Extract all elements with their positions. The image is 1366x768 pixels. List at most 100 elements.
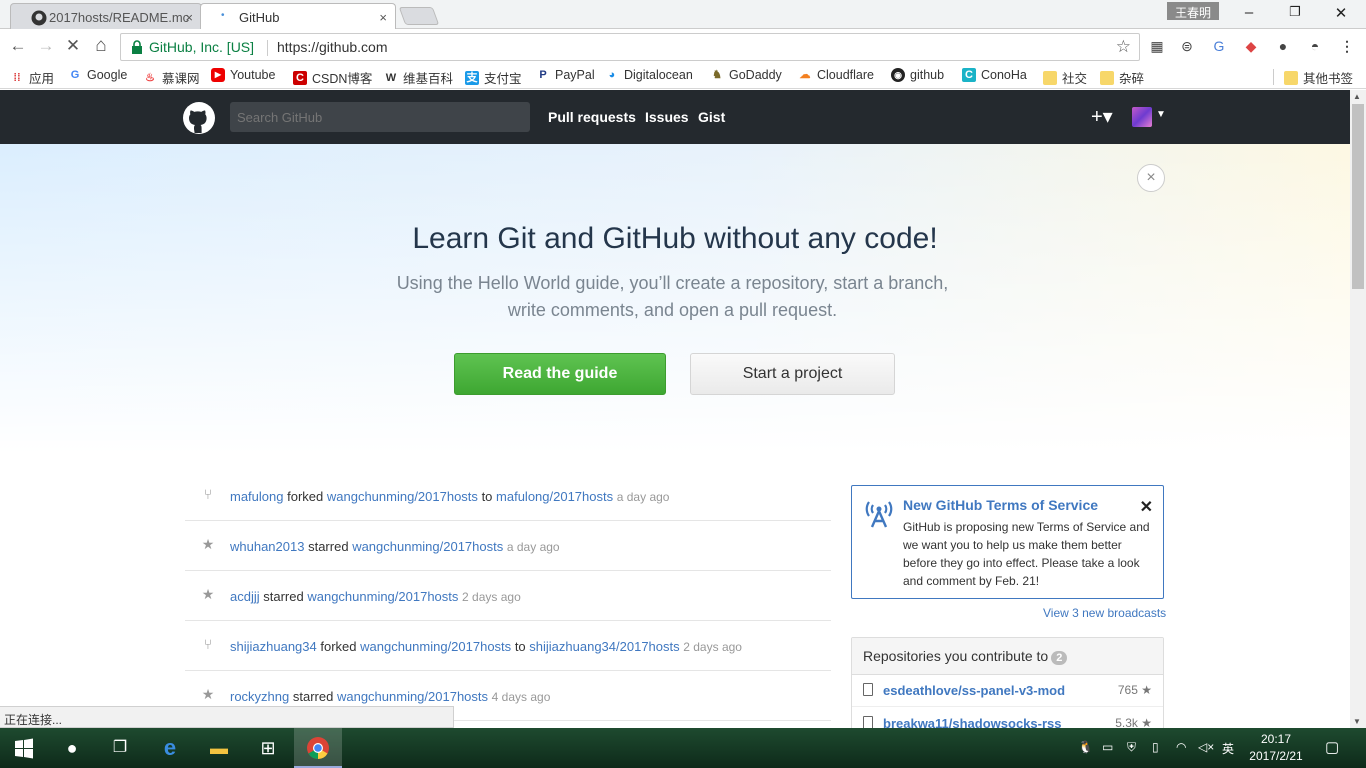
bookmark-imooc[interactable]: ♨ 慕课网 [143, 68, 199, 87]
close-icon[interactable]: ✕ [1140, 497, 1153, 517]
system-clock[interactable]: 20:17 2017/2/21 [1245, 731, 1307, 765]
store-icon[interactable]: ⊞ [256, 736, 280, 760]
repos-title: Repositories you contribute to [863, 648, 1049, 664]
nav-pull-requests[interactable]: Pull requests [548, 109, 636, 125]
bookmark-conoha[interactable]: C ConoHa [962, 68, 1027, 82]
back-button[interactable]: ← [8, 37, 28, 57]
forward-button[interactable]: → [36, 37, 56, 57]
tab-readme[interactable]: 2017hosts/README.mc × [10, 3, 202, 29]
tab-close-button[interactable]: × [379, 10, 387, 25]
avatar[interactable] [1132, 107, 1152, 127]
menu-icon[interactable]: ⋮ [1338, 38, 1356, 56]
user-link[interactable]: rockyzhng [230, 689, 289, 704]
tab-close-button[interactable]: × [185, 10, 193, 25]
chevron-down-icon[interactable]: ▼ [1156, 109, 1166, 120]
feed-verb: forked [320, 639, 357, 654]
bookmark-digitalocean[interactable]: ◕ Digitalocean [605, 68, 693, 82]
stop-button[interactable]: ✕ [63, 37, 83, 57]
browser-toolbar: ← → ✕ ⌂ GitHub, Inc. [US] https://github… [0, 29, 1366, 65]
user-link[interactable]: shijiazhuang34 [230, 639, 317, 654]
repo-name[interactable]: esdeathlove/ss-panel-v3-mod [883, 683, 1065, 698]
bookmark-folder-social[interactable]: 社交 [1043, 68, 1087, 87]
github-header: Pull requests Issues Gist +▾ ▼ [0, 90, 1350, 144]
taskbar-chrome-button[interactable] [294, 728, 342, 768]
target-repo-link[interactable]: shijiazhuang34/2017hosts [529, 639, 679, 654]
bookmark-google[interactable]: G Google [68, 68, 128, 82]
browser-tab-bar: 2017hosts/README.mc × • GitHub × 王春明 – ❐… [0, 0, 1366, 30]
repo-link[interactable]: wangchunming/2017hosts [337, 689, 488, 704]
new-tab-button[interactable] [398, 7, 440, 25]
close-window-button[interactable]: ✕ [1327, 4, 1355, 24]
address-bar[interactable]: GitHub, Inc. [US] https://github.com ☆ [120, 33, 1140, 61]
repo-link[interactable]: wangchunming/2017hosts [360, 639, 511, 654]
github-logo-icon[interactable] [183, 102, 215, 134]
incognito-icon[interactable]: ◓ [1306, 38, 1324, 56]
qq-icon[interactable]: 🐧 [1078, 740, 1093, 754]
tab-github[interactable]: • GitHub × [200, 3, 396, 30]
broadcast-title[interactable]: New GitHub Terms of Service [903, 497, 1098, 513]
bookmark-alipay[interactable]: 支支付宝 [465, 68, 522, 87]
repo-item[interactable]: esdeathlove/ss-panel-v3-mod 765 ★ [852, 675, 1163, 707]
nav-issues[interactable]: Issues [645, 109, 689, 125]
scroll-up-icon[interactable]: ▲ [1353, 92, 1361, 101]
edge-icon[interactable]: e [158, 736, 182, 760]
site-identity[interactable]: GitHub, Inc. [US] [149, 39, 254, 55]
restore-button[interactable]: ❐ [1281, 4, 1309, 24]
page-scrollbar[interactable]: ▲ ▼ [1350, 90, 1366, 728]
read-guide-button[interactable]: Read the guide [454, 353, 666, 395]
csdn-icon: C [293, 70, 307, 85]
user-link[interactable]: mafulong [230, 489, 283, 504]
bookmark-folder-other[interactable]: 其他书签 [1284, 68, 1353, 87]
ime-indicator[interactable]: 英 [1222, 740, 1234, 757]
bookmark-paypal[interactable]: P PayPal [536, 68, 594, 82]
bookmark-csdn[interactable]: C CSDN博客 [293, 68, 372, 87]
file-explorer-icon[interactable]: ▬ [207, 736, 231, 760]
bookmark-github[interactable]: ◉ github [891, 68, 944, 82]
target-repo-link[interactable]: mafulong/2017hosts [496, 489, 613, 504]
action-center-icon[interactable]: ▢ [1325, 738, 1339, 756]
feed-item: ★ whuhan2013 starred wangchunming/2017ho… [185, 521, 831, 571]
start-project-button[interactable]: Start a project [690, 353, 895, 395]
bookmark-godaddy[interactable]: ♞ GoDaddy [710, 68, 782, 82]
view-broadcasts-link[interactable]: View 3 new broadcasts [1043, 606, 1166, 620]
bookmark-star-icon[interactable]: ☆ [1116, 37, 1131, 57]
task-view-icon[interactable]: ❐ [108, 736, 132, 760]
user-link[interactable]: acdjjj [230, 589, 260, 604]
home-button[interactable]: ⌂ [91, 36, 111, 57]
create-new-button[interactable]: +▾ [1091, 104, 1113, 129]
bookmark-label: Google [87, 68, 128, 82]
profile-button[interactable]: 王春明 [1167, 2, 1219, 20]
qr-code-icon[interactable]: ▦ [1148, 38, 1166, 56]
color-picker-icon[interactable]: ◆ [1242, 38, 1260, 56]
nav-gist[interactable]: Gist [698, 109, 725, 125]
repo-link[interactable]: wangchunming/2017hosts [307, 589, 458, 604]
battery-icon[interactable]: ▯ [1152, 740, 1159, 754]
sync-extension-icon[interactable]: ⊜ [1178, 38, 1196, 56]
translate-icon[interactable]: G [1210, 38, 1228, 56]
wifi-icon[interactable]: ◠ [1176, 740, 1186, 754]
windows-start-icon[interactable] [12, 736, 36, 760]
bookmark-wikipedia[interactable]: W 维基百科 [384, 68, 453, 87]
user-link[interactable]: whuhan2013 [230, 539, 304, 554]
minimize-button[interactable]: – [1235, 4, 1263, 24]
scroll-thumb[interactable] [1352, 104, 1364, 289]
github-search-input[interactable] [230, 102, 530, 132]
fork-icon: ⑂ [203, 636, 213, 652]
feed-verb: starred [292, 689, 334, 704]
volume-icon[interactable]: ◁× [1198, 740, 1214, 754]
bookmark-apps[interactable]: ⁞⁞ 应用 [10, 68, 54, 87]
cloud-icon: ☁ [799, 69, 811, 81]
network-device-icon[interactable]: ▭ [1102, 740, 1113, 754]
star-icon: ★ [201, 686, 215, 702]
repo-link[interactable]: wangchunming/2017hosts [327, 489, 478, 504]
bookmark-youtube[interactable]: ▶ Youtube [211, 68, 275, 82]
url-text[interactable]: https://github.com [277, 39, 388, 55]
scroll-down-icon[interactable]: ▼ [1353, 717, 1361, 726]
bookmark-cloudflare[interactable]: ☁ Cloudflare [798, 68, 874, 82]
close-hero-button[interactable]: × [1137, 164, 1165, 192]
bookmark-folder-misc[interactable]: 杂碎 [1100, 68, 1144, 87]
cortana-icon[interactable]: ● [60, 736, 84, 760]
repo-link[interactable]: wangchunming/2017hosts [352, 539, 503, 554]
circle-extension-icon[interactable]: ● [1274, 38, 1292, 56]
security-shield-icon[interactable]: ⛨ [1127, 740, 1136, 755]
